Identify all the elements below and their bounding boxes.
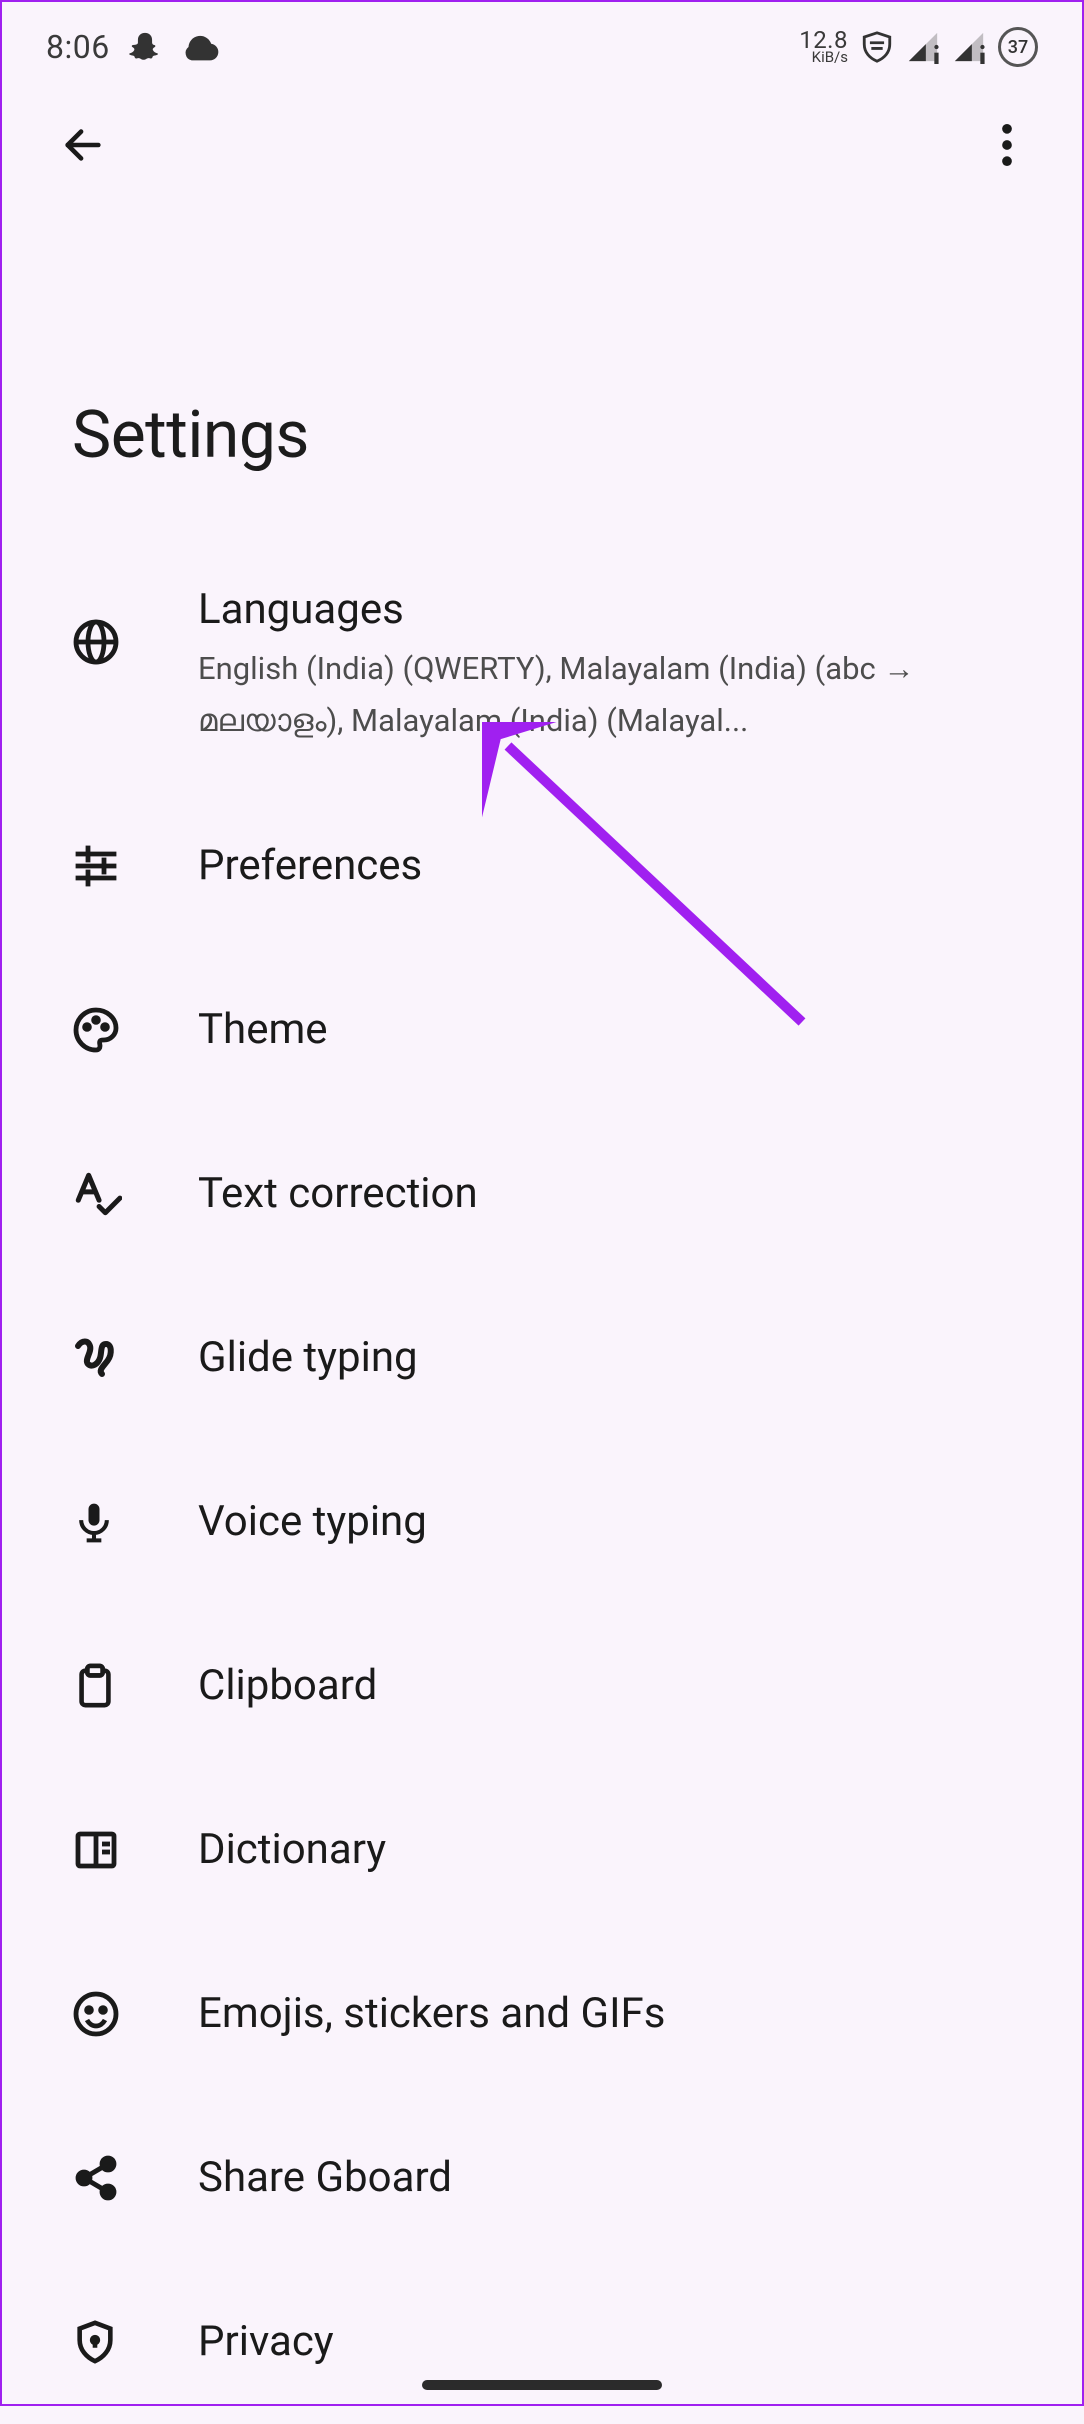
navigation-bar[interactable]	[2, 2380, 1082, 2390]
cloud-icon	[180, 33, 220, 61]
setting-title: Voice typing	[198, 1496, 1042, 1549]
setting-title: Languages	[198, 584, 1042, 637]
setting-subtitle: English (India) (QWERTY), Malayalam (Ind…	[198, 643, 1042, 748]
page-title: Settings	[2, 202, 1082, 474]
setting-title: Emojis, stickers and GIFs	[198, 1988, 1042, 2041]
more-button[interactable]	[972, 112, 1042, 182]
setting-glide-typing[interactable]: Glide typing	[2, 1276, 1082, 1440]
setting-dictionary[interactable]: Dictionary	[2, 1768, 1082, 1932]
arrow-back-icon	[60, 122, 106, 172]
setting-title: Theme	[198, 1004, 1042, 1057]
share-icon	[72, 2154, 128, 2202]
clipboard-icon	[72, 1663, 128, 1709]
snapchat-icon	[128, 30, 162, 64]
gesture-icon	[72, 1334, 128, 1382]
setting-title: Dictionary	[198, 1824, 1042, 1877]
setting-title: Preferences	[198, 840, 1042, 893]
setting-title: Text correction	[198, 1168, 1042, 1221]
privacy-shield-icon	[72, 2319, 128, 2365]
globe-icon	[72, 618, 128, 666]
status-right: 12.8 KiB/s 37	[799, 27, 1038, 67]
signal-icon-2	[952, 30, 986, 64]
emoji-icon	[72, 1990, 128, 2038]
setting-title: Privacy	[198, 2316, 1042, 2369]
status-bar: 8:06 12.8 KiB/s 37	[2, 2, 1082, 92]
setting-title: Clipboard	[198, 1660, 1042, 1713]
setting-voice-typing[interactable]: Voice typing	[2, 1440, 1082, 1604]
back-button[interactable]	[48, 112, 118, 182]
spellcheck-icon	[72, 1169, 128, 1219]
setting-clipboard[interactable]: Clipboard	[2, 1604, 1082, 1768]
status-left: 8:06	[46, 28, 220, 66]
setting-emojis[interactable]: Emojis, stickers and GIFs	[2, 1932, 1082, 2096]
setting-title: Glide typing	[198, 1332, 1042, 1385]
mic-icon	[72, 1500, 128, 1544]
setting-theme[interactable]: Theme	[2, 948, 1082, 1112]
book-icon	[72, 1826, 128, 1874]
app-bar	[2, 92, 1082, 202]
setting-share[interactable]: Share Gboard	[2, 2096, 1082, 2260]
settings-list: Languages English (India) (QWERTY), Mala…	[2, 474, 1082, 2424]
gesture-handle[interactable]	[422, 2380, 662, 2390]
tune-icon	[72, 842, 128, 890]
shield-icon	[860, 30, 894, 64]
signal-icon-1	[906, 30, 940, 64]
setting-text-correction[interactable]: Text correction	[2, 1112, 1082, 1276]
setting-title: Share Gboard	[198, 2152, 1042, 2205]
palette-icon	[72, 1006, 128, 1054]
setting-preferences[interactable]: Preferences	[2, 784, 1082, 948]
more-vert-icon	[1002, 124, 1012, 170]
clock: 8:06	[46, 28, 110, 66]
setting-privacy[interactable]: Privacy	[2, 2260, 1082, 2424]
battery-indicator: 37	[998, 27, 1038, 67]
network-speed: 12.8 KiB/s	[799, 30, 848, 63]
setting-languages[interactable]: Languages English (India) (QWERTY), Mala…	[2, 564, 1082, 784]
